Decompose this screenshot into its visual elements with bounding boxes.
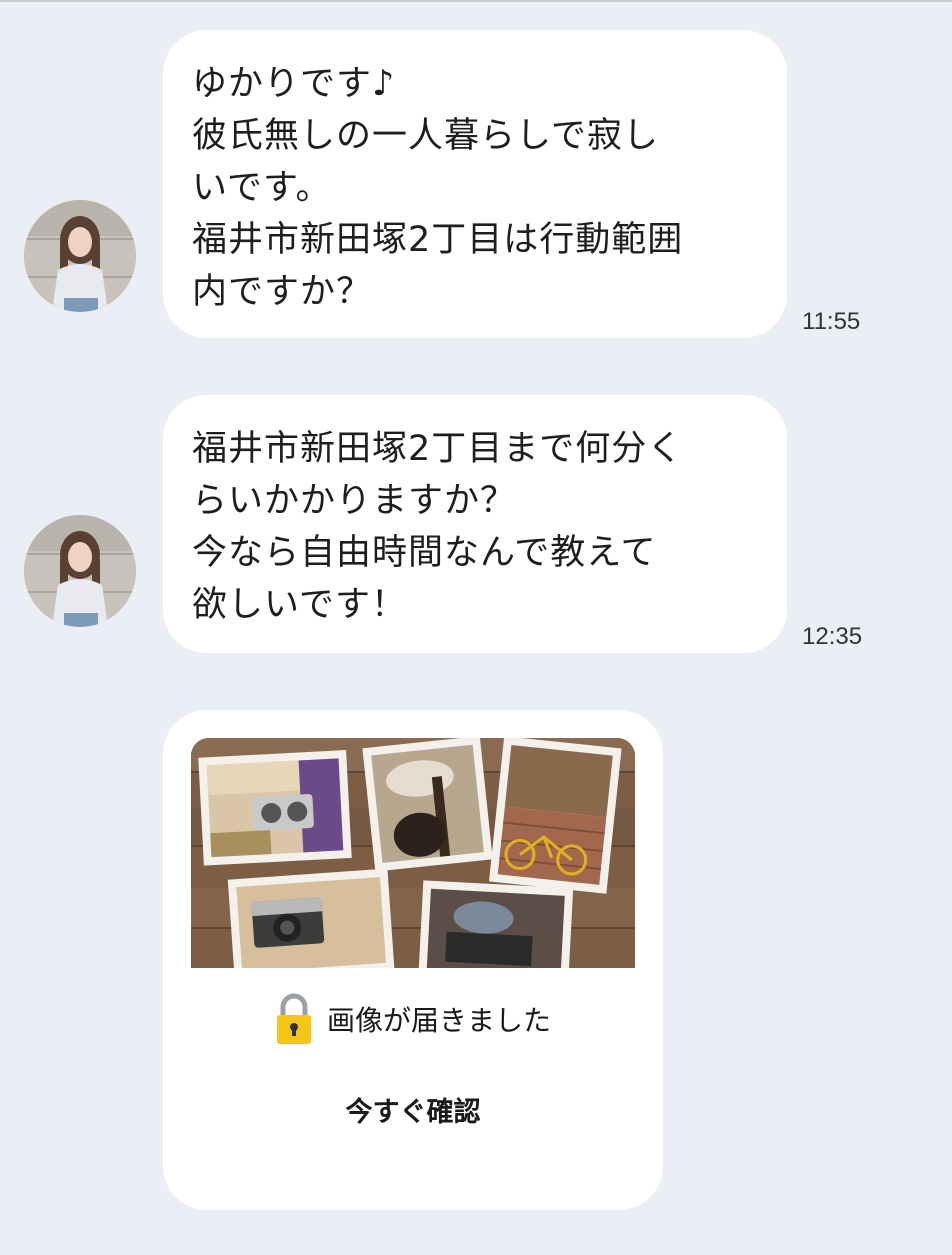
avatar[interactable]	[24, 200, 136, 312]
message-text: 福井市新田塚2丁目まで何分く らいかかりますか？ 今なら自由時間なんで教えて 欲…	[192, 429, 684, 625]
message-text: ゆかりです♪ 彼氏無しの一人暮らしで寂し いです。 福井市新田塚2丁目は行動範囲…	[192, 64, 684, 312]
image-received-notice: 画像が届きました	[163, 992, 663, 1046]
confirm-now-button[interactable]: 今すぐ確認	[313, 1088, 513, 1138]
message-bubble: ゆかりです♪ 彼氏無しの一人暮らしで寂し いです。 福井市新田塚2丁目は行動範囲…	[163, 30, 787, 338]
lock-icon	[276, 993, 311, 1044]
message-time: 12:35	[802, 623, 863, 650]
top-divider	[0, 0, 952, 2]
image-message-card[interactable]: 画像が届きました 今すぐ確認	[163, 710, 663, 1210]
avatar[interactable]	[24, 515, 136, 627]
preview-photo[interactable]	[191, 738, 635, 968]
message-bubble: 福井市新田塚2丁目まで何分く らいかかりますか？ 今なら自由時間なんで教えて 欲…	[163, 395, 787, 653]
message-time: 11:55	[802, 308, 861, 335]
notice-text: 画像が届きました	[326, 1004, 551, 1037]
